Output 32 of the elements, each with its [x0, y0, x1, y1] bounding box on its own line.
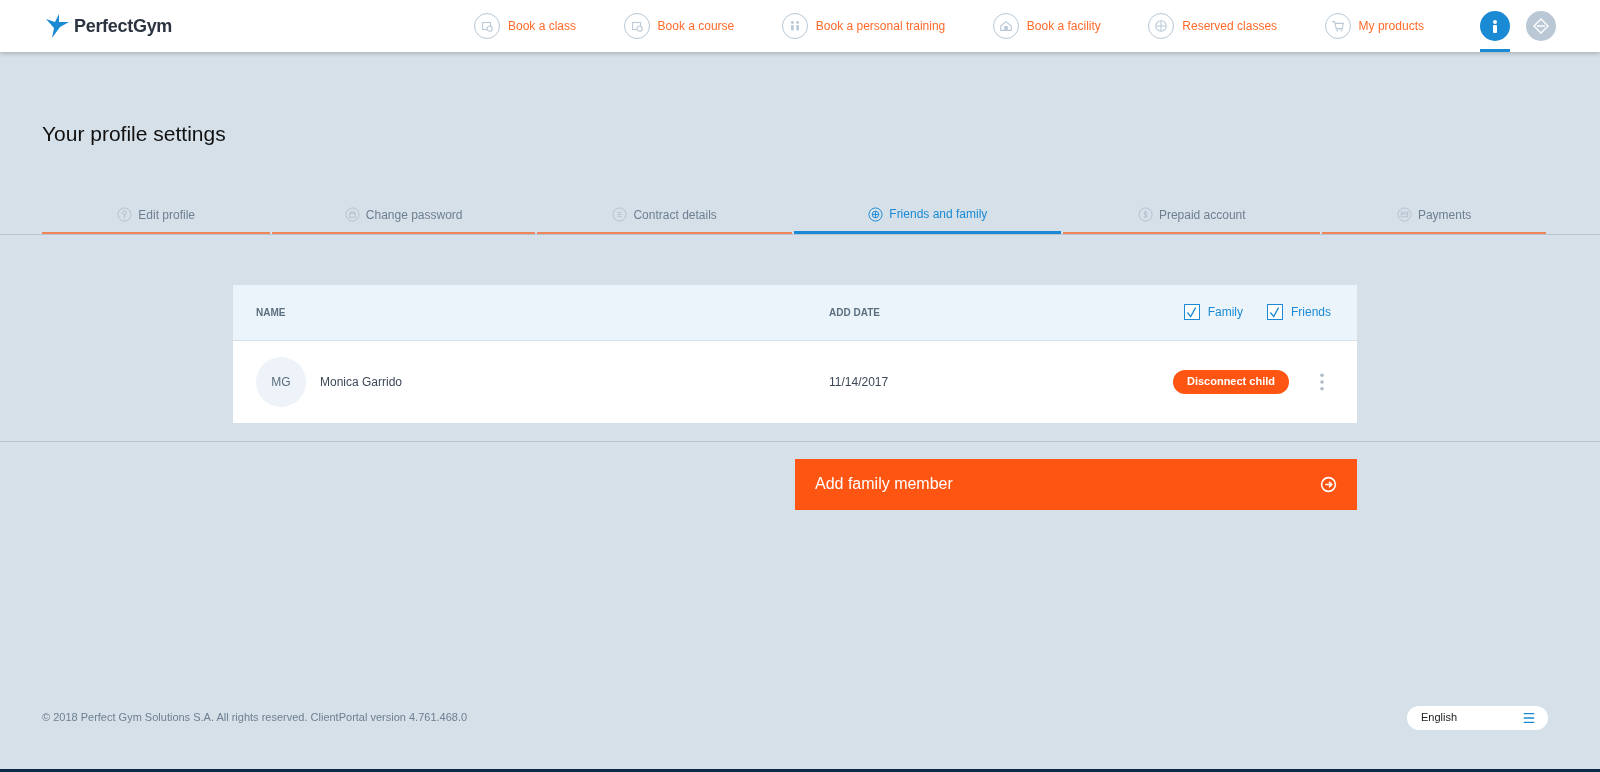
member-name: Monica Garrido — [320, 373, 404, 391]
disconnect-button[interactable]: Disconnect child — [1172, 369, 1289, 394]
nav-link[interactable]: My products — [1324, 13, 1424, 39]
nav-link[interactable]: Book a personal training — [781, 13, 946, 39]
column-header: NAME — [256, 305, 287, 320]
globe-icon — [868, 206, 884, 222]
column-header: ADD DATE — [829, 305, 881, 320]
dollar-icon — [1137, 207, 1153, 222]
document-icon — [612, 207, 628, 222]
star-logo-icon — [44, 13, 70, 39]
page-title: Your profile settings — [42, 121, 227, 147]
profile-button[interactable] — [1480, 11, 1510, 41]
padlock-icon — [344, 207, 360, 222]
card-icon — [1396, 207, 1412, 222]
copyright-text: © 2018 Perfect Gym Solutions S.A. All rights reserved. ClientPortal version 4.761.468.0 — [42, 710, 468, 726]
profile-icon — [117, 207, 133, 222]
checkmark-icon — [1268, 305, 1282, 319]
checkmark-icon — [1185, 305, 1199, 319]
nav-link[interactable]: Book a course — [623, 13, 735, 39]
language-selector[interactable]: English — [1407, 705, 1548, 730]
add-date: 11/14/2017 — [829, 373, 890, 391]
nav-link[interactable]: Book a facility — [992, 13, 1101, 39]
arrow-circle-icon — [1320, 475, 1337, 493]
menu-icon — [1522, 710, 1536, 725]
nav-link[interactable]: Reserved classes — [1148, 13, 1278, 39]
avatar-initials: MG — [256, 356, 306, 407]
logout-button[interactable] — [1526, 11, 1556, 41]
brand-name: PerfectGym — [74, 14, 173, 38]
add-family-member-button[interactable]: Add family member — [795, 458, 1357, 510]
filter-checkbox[interactable]: Friends — [1267, 303, 1331, 321]
nav-link[interactable]: Book a class — [474, 13, 577, 39]
filter-checkbox[interactable]: Family — [1183, 303, 1243, 321]
